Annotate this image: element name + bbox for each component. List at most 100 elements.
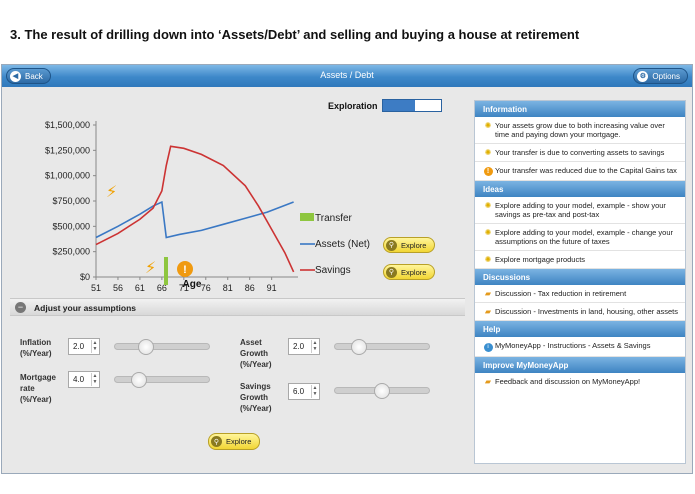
explore-savings-label: Explore	[401, 267, 427, 277]
help-header: Help	[475, 321, 685, 337]
mortgage-label: Mortgage rate (%/Year)	[20, 373, 56, 404]
explore-assumptions-label: Explore	[226, 437, 252, 446]
series-line-savings	[95, 145, 295, 273]
inflation-slider-knob[interactable]	[138, 339, 155, 355]
savings-growth-value: 6.0	[293, 387, 305, 396]
legend-transfer-swatch	[300, 213, 314, 221]
information-item-text: Your transfer was reduced due to the Cap…	[495, 166, 677, 175]
x-tick-label: 91	[267, 283, 277, 293]
legend-savings: Savings	[315, 265, 351, 276]
top-bar: ◀ Back Assets / Debt ⚙ Options	[2, 65, 692, 87]
savings-growth-slider-knob[interactable]	[374, 383, 390, 399]
y-tick-label: $500,000	[52, 221, 90, 231]
asset-growth-stepper[interactable]: 2.0 ▲ ▼	[288, 338, 320, 355]
information-item-text: Your assets grow due to both increasing …	[495, 121, 665, 139]
magnifier-icon: ⚲	[211, 436, 222, 447]
screen-title: Assets / Debt	[320, 70, 374, 80]
discussions-item[interactable]: ▰ Discussion - Tax reduction in retiremen…	[475, 285, 685, 303]
mortgage-value: 4.0	[73, 375, 85, 384]
asset-growth-slider-knob[interactable]	[350, 339, 367, 355]
help-item-text: MyMoneyApp - Instructions - Assets & Sav…	[495, 341, 651, 350]
ideas-item-text: Explore adding to your model, example - …	[495, 201, 666, 219]
legend-transfer: Transfer	[315, 213, 353, 224]
information-item-text: Your transfer is due to converting asset…	[495, 148, 665, 157]
inflation-value: 2.0	[73, 342, 85, 351]
chat-bubbles-icon: ▰	[484, 289, 492, 298]
ideas-item-text: Explore mortgage products	[495, 255, 586, 264]
assumptions-header[interactable]: − Adjust your assumptions	[10, 298, 465, 316]
discussions-item[interactable]: ▰ Discussion - Investments in land, housi…	[475, 303, 685, 321]
y-tick-label: $1,000,000	[45, 171, 90, 181]
information-item[interactable]: ✺ Your assets grow due to both increasing…	[475, 117, 685, 144]
explore-assets-label: Explore	[401, 240, 427, 250]
discussions-item-text: Discussion - Investments in land, housin…	[495, 307, 679, 316]
savings-growth-stepper[interactable]: 6.0 ▲ ▼	[288, 383, 320, 400]
lightning-icon: ⚡	[145, 258, 156, 277]
lightbulb-icon: ✺	[484, 228, 492, 237]
information-header: Information	[475, 101, 685, 117]
improve-header: Improve MyMoneyApp	[475, 357, 685, 373]
mortgage-stepper[interactable]: 4.0 ▲ ▼	[68, 371, 100, 388]
lightbulb-icon: ✺	[484, 255, 492, 264]
y-tick-label: $250,000	[52, 247, 90, 257]
mortgage-slider[interactable]	[114, 372, 210, 388]
y-tick-label: $750,000	[52, 196, 90, 206]
explore-assumptions-button[interactable]: ⚲ Explore	[208, 433, 261, 450]
information-item[interactable]: ✺ Your transfer is due to converting asse…	[475, 144, 685, 162]
ideas-item[interactable]: ✺ Explore adding to your model, example -…	[475, 224, 685, 251]
information-item[interactable]: ! Your transfer was reduced due to the Ca…	[475, 162, 685, 181]
savings-growth-slider[interactable]	[334, 383, 430, 399]
inflation-slider[interactable]	[114, 339, 210, 355]
warning-icon: !	[483, 167, 493, 176]
improve-item[interactable]: ▰ Feedback and discussion on MyMoneyApp!	[475, 373, 685, 390]
x-tick-label: 56	[113, 283, 123, 293]
magnifier-icon: ⚲	[386, 266, 397, 278]
ideas-item-text: Explore adding to your model, example - …	[495, 228, 674, 246]
explore-assets-button[interactable]: ⚲ Explore	[383, 237, 436, 253]
inflation-stepper[interactable]: 2.0 ▲ ▼	[68, 338, 100, 355]
mortgage-slider-knob[interactable]	[130, 372, 147, 388]
x-tick-label: 51	[91, 283, 101, 293]
series-line-assets-net-	[95, 200, 294, 239]
ideas-header: Ideas	[475, 181, 685, 197]
magnifier-icon: ⚲	[386, 239, 397, 251]
inflation-label: Inflation (%/Year)	[20, 338, 52, 358]
ideas-item[interactable]: ✺ Explore mortgage products	[475, 251, 685, 269]
lightbulb-icon: ✺	[484, 121, 492, 130]
x-tick-label: 86	[245, 283, 255, 293]
collapse-icon: −	[15, 302, 26, 313]
explore-savings-button[interactable]: ⚲ Explore	[383, 264, 436, 280]
help-item[interactable]: i MyMoneyApp - Instructions - Assets & Sa…	[475, 337, 685, 357]
discussions-item-text: Discussion - Tax reduction in retirement	[495, 289, 627, 298]
improve-item-text: Feedback and discussion on MyMoneyApp!	[495, 377, 641, 386]
savings-growth-label: Savings Growth (%/Year)	[240, 382, 272, 413]
y-tick-label: $0	[80, 272, 90, 282]
chat-bubbles-icon: ▰	[484, 377, 492, 386]
lightning-icon: ⚡	[106, 182, 117, 201]
stepper-arrows-icon[interactable]: ▲ ▼	[91, 340, 98, 353]
x-tick-label: 76	[201, 283, 211, 293]
info-icon: i	[483, 343, 493, 352]
gear-icon: ⚙	[637, 70, 649, 82]
x-tick-label: 61	[135, 283, 145, 293]
options-button-label: Options	[652, 71, 680, 81]
x-axis-label: Age	[183, 279, 202, 290]
legend-assets: Assets (Net)	[315, 239, 370, 250]
side-panel: Information ✺ Your assets grow due to bot…	[474, 100, 686, 464]
asset-growth-slider[interactable]	[334, 339, 430, 355]
warning-icon-glyph: !	[183, 264, 187, 276]
y-tick-label: $1,250,000	[45, 145, 90, 155]
options-button[interactable]: ⚙ Options	[633, 68, 688, 84]
x-tick-label: 81	[223, 283, 233, 293]
asset-growth-label: Asset Growth (%/Year)	[240, 338, 272, 369]
y-tick-label: $1,500,000	[45, 120, 90, 130]
stepper-arrows-icon[interactable]: ▲ ▼	[311, 385, 318, 398]
assumptions-title: Adjust your assumptions	[34, 303, 137, 313]
chat-bubbles-icon: ▰	[484, 307, 492, 316]
transfer-bar	[164, 257, 168, 285]
stepper-arrows-icon[interactable]: ▲ ▼	[91, 373, 98, 386]
stepper-arrows-icon[interactable]: ▲ ▼	[311, 340, 318, 353]
ideas-item[interactable]: ✺ Explore adding to your model, example -…	[475, 197, 685, 224]
lightbulb-icon: ✺	[484, 148, 492, 157]
discussions-header: Discussions	[475, 269, 685, 285]
